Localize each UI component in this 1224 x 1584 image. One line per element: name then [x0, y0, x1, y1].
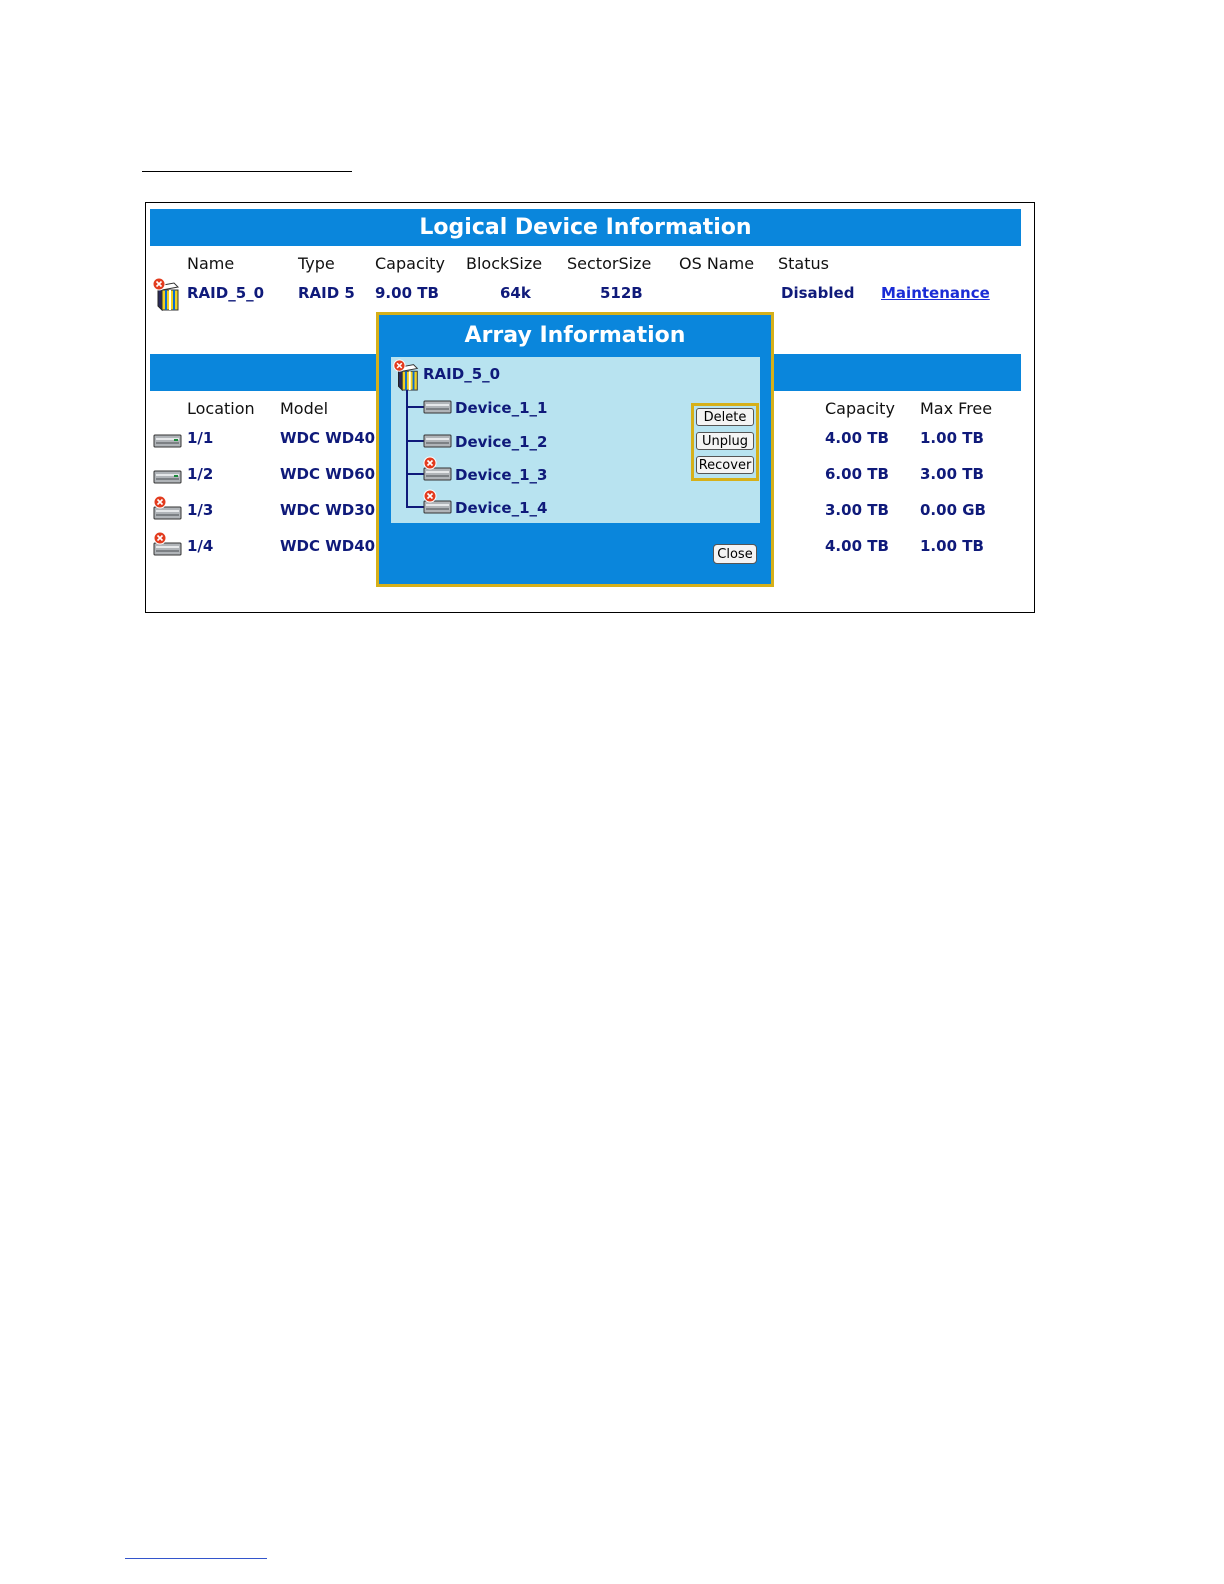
- tree-branch: [406, 440, 424, 442]
- array-information-dialog: Array Information RAID_5_0 Device_1_1 De…: [376, 312, 774, 587]
- disk-max-free: 3.00 TB: [920, 465, 984, 483]
- disk-location: 1/3: [187, 501, 214, 519]
- col-header-location: Location: [187, 399, 255, 418]
- tree-device-label[interactable]: Device_1_2: [455, 433, 547, 451]
- tree-branch: [406, 506, 424, 508]
- logical-type-value: RAID 5: [298, 284, 355, 302]
- disk-capacity: 3.00 TB: [825, 501, 889, 519]
- col-header-sectorsize: SectorSize: [567, 254, 652, 273]
- disk-max-free: 1.00 TB: [920, 537, 984, 555]
- col-header-capacity: Capacity: [375, 254, 445, 273]
- logical-status-value: Disabled: [781, 284, 855, 302]
- disk-capacity: 6.00 TB: [825, 465, 889, 483]
- col-header-status: Status: [778, 254, 829, 273]
- disk-model: WDC WD60I: [280, 465, 381, 483]
- raid-array-error-icon: [152, 277, 180, 311]
- logical-device-title: Logical Device Information: [150, 209, 1021, 246]
- disk-model: WDC WD40I: [280, 429, 381, 447]
- tree-branch: [406, 473, 424, 475]
- recover-button[interactable]: Recover: [696, 456, 754, 474]
- disk-capacity: 4.00 TB: [825, 429, 889, 447]
- logical-blocksize-value: 64k: [500, 284, 531, 302]
- unplug-button[interactable]: Unplug: [696, 432, 754, 450]
- disk-model: WDC WD30I: [280, 501, 381, 519]
- col-header-disk-capacity: Capacity: [825, 399, 895, 418]
- tree-device-label[interactable]: Device_1_4: [455, 499, 547, 517]
- disk-location: 1/1: [187, 429, 214, 447]
- disk-location: 1/2: [187, 465, 214, 483]
- delete-button[interactable]: Delete: [696, 408, 754, 426]
- footer-rule: [125, 1558, 267, 1559]
- tree-device-label[interactable]: Device_1_3: [455, 466, 547, 484]
- logical-device-panel: Logical Device Information Name Type Cap…: [145, 202, 1035, 613]
- disk-model: WDC WD40I: [280, 537, 381, 555]
- col-header-name: Name: [187, 254, 235, 273]
- logical-capacity-value: 9.00 TB: [375, 284, 439, 302]
- raid-array-error-icon: [393, 359, 419, 391]
- disk-error-icon: [153, 531, 182, 556]
- disk-icon: [153, 434, 182, 448]
- col-header-max-free: Max Free: [920, 399, 993, 418]
- disk-icon: [423, 400, 452, 414]
- logical-name-value: RAID_5_0: [187, 284, 265, 302]
- disk-location: 1/4: [187, 537, 214, 555]
- tree-device-label[interactable]: Device_1_1: [455, 399, 547, 417]
- array-tree-panel: RAID_5_0 Device_1_1 Device_1_2 Device_1_…: [391, 357, 760, 523]
- maintenance-link[interactable]: Maintenance: [881, 284, 990, 302]
- disk-error-icon: [153, 495, 182, 520]
- col-header-model: Model: [280, 399, 329, 418]
- disk-icon: [153, 470, 182, 484]
- logical-sectorsize-value: 512B: [600, 284, 643, 302]
- array-root-label[interactable]: RAID_5_0: [423, 365, 500, 383]
- disk-icon: [423, 434, 452, 448]
- header-rule: [142, 171, 352, 172]
- col-header-type: Type: [298, 254, 335, 273]
- close-button[interactable]: Close: [713, 544, 757, 564]
- disk-max-free: 0.00 GB: [920, 501, 986, 519]
- col-header-blocksize: BlockSize: [466, 254, 543, 273]
- disk-max-free: 1.00 TB: [920, 429, 984, 447]
- col-header-os-name: OS Name: [679, 254, 755, 273]
- disk-error-icon: [423, 489, 452, 514]
- array-information-title: Array Information: [464, 323, 686, 348]
- tree-branch: [406, 406, 424, 408]
- disk-capacity: 4.00 TB: [825, 537, 889, 555]
- device-action-menu: Delete Unplug Recover: [691, 403, 759, 481]
- disk-error-icon: [423, 456, 452, 481]
